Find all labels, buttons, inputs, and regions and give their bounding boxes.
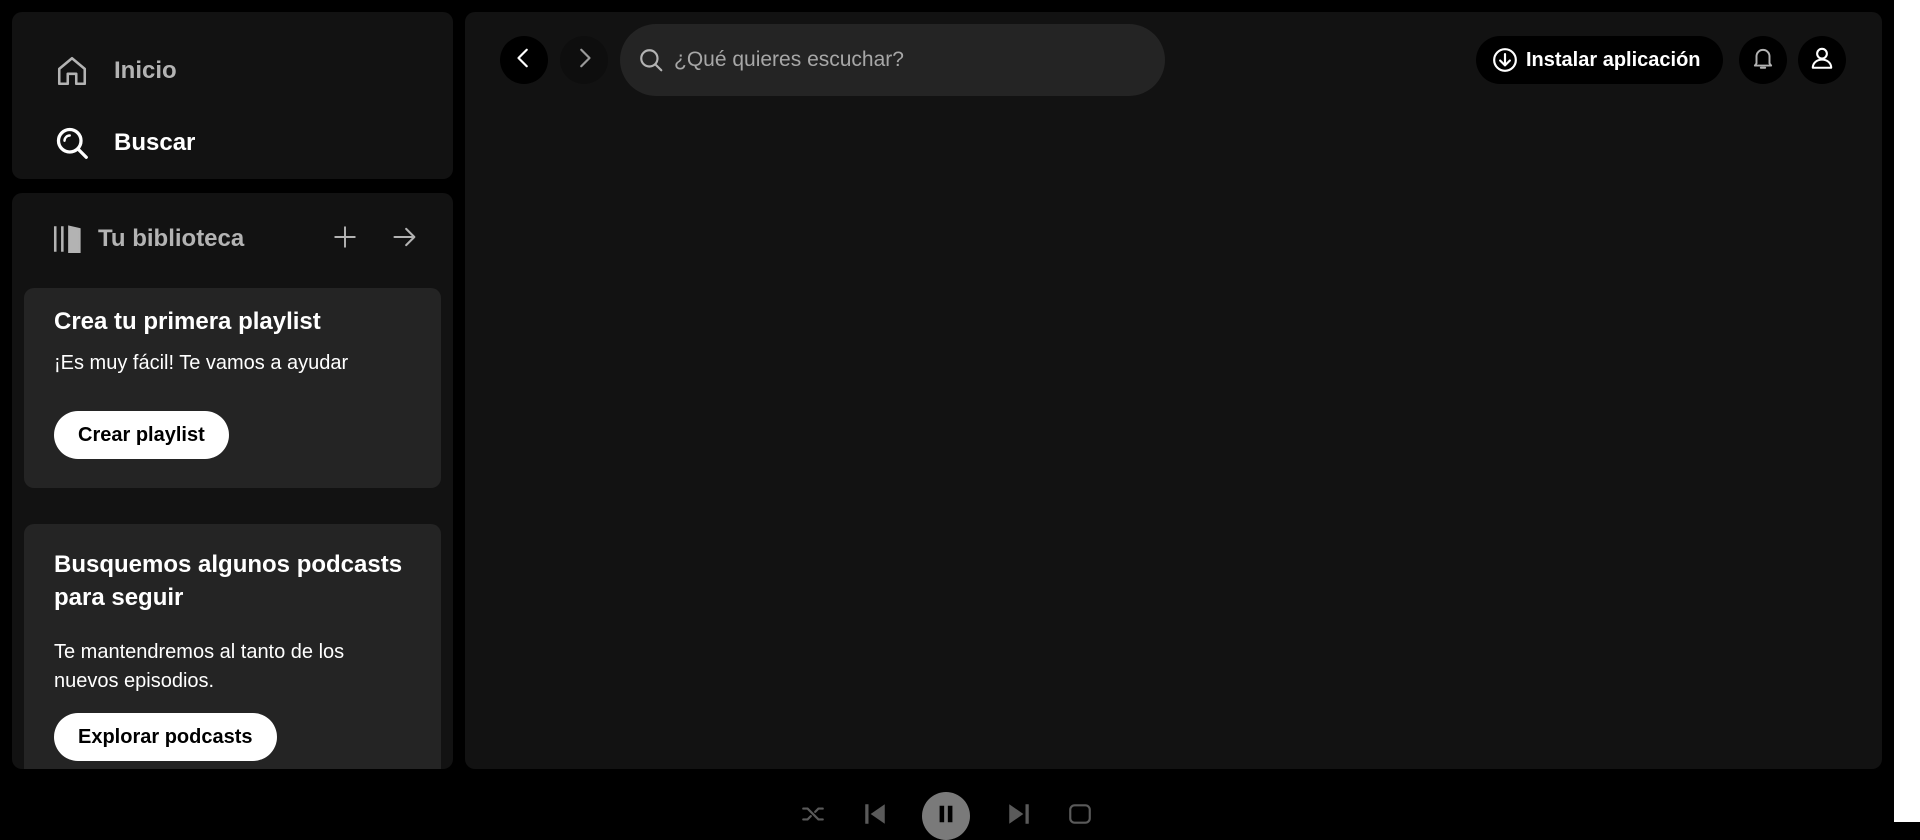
- card-subtitle: Te mantendremos al tanto de los nuevos e…: [54, 641, 345, 692]
- download-circle-icon: [1492, 47, 1518, 73]
- back-button[interactable]: [500, 36, 548, 84]
- main-panel: Instalar aplicación: [465, 12, 1882, 769]
- search-bar[interactable]: [620, 24, 1165, 96]
- next-button[interactable]: [1005, 802, 1033, 830]
- search-icon: [48, 119, 96, 167]
- shuffle-icon: [800, 801, 826, 832]
- forward-button[interactable]: [560, 36, 608, 84]
- browse-podcasts-button[interactable]: Explorar podcasts: [54, 713, 277, 761]
- nav-item-home-label: Inicio: [114, 57, 177, 84]
- repeat-icon: [1067, 801, 1093, 832]
- create-playlist-card: Crea tu primera playlist ¡Es muy fácil! …: [24, 288, 441, 488]
- search-input[interactable]: [672, 39, 1165, 81]
- library-header-button[interactable]: Tu biblioteca: [48, 215, 244, 263]
- notifications-button[interactable]: [1739, 36, 1787, 84]
- create-playlist-plus-button[interactable]: [321, 215, 369, 263]
- install-app-button[interactable]: Instalar aplicación: [1476, 36, 1723, 84]
- install-app-label: Instalar aplicación: [1526, 48, 1701, 71]
- chevron-left-icon: [513, 47, 535, 74]
- shuffle-button[interactable]: [799, 802, 827, 830]
- window-edge-strip: [1894, 0, 1920, 822]
- library-title: Tu biblioteca: [98, 225, 245, 252]
- nav-item-home[interactable]: Inicio: [48, 47, 177, 95]
- create-playlist-button[interactable]: Crear playlist: [54, 411, 229, 459]
- library-icon: [48, 219, 88, 259]
- card-title: Crea tu primera playlist: [54, 308, 321, 335]
- home-icon: [48, 47, 96, 95]
- pause-icon: [935, 803, 957, 830]
- arrow-right-icon: [391, 223, 419, 256]
- previous-button[interactable]: [861, 802, 889, 830]
- nav-item-search[interactable]: Buscar: [48, 119, 195, 167]
- expand-library-button[interactable]: [381, 215, 429, 263]
- skip-next-icon: [1006, 801, 1032, 832]
- browse-podcasts-card: Busquemos algunos podcasts para seguir T…: [24, 524, 441, 769]
- library-panel: Tu biblioteca Crea tu primera playlist ¡…: [12, 193, 453, 769]
- nav-item-search-label: Buscar: [114, 129, 196, 156]
- user-profile-button[interactable]: [1798, 36, 1846, 84]
- skip-previous-icon: [862, 801, 888, 832]
- card-subtitle: ¡Es muy fácil! Te vamos a ayudar: [54, 352, 349, 374]
- play-pause-button[interactable]: [922, 792, 970, 840]
- plus-icon: [332, 224, 358, 255]
- repeat-button[interactable]: [1066, 802, 1094, 830]
- search-icon: [636, 45, 666, 75]
- nav-panel: Inicio Buscar: [12, 12, 453, 179]
- card-title: Busquemos algunos podcasts para seguir: [54, 551, 403, 611]
- bell-icon: [1750, 45, 1776, 76]
- chevron-right-icon: [573, 47, 595, 74]
- user-icon: [1809, 45, 1835, 76]
